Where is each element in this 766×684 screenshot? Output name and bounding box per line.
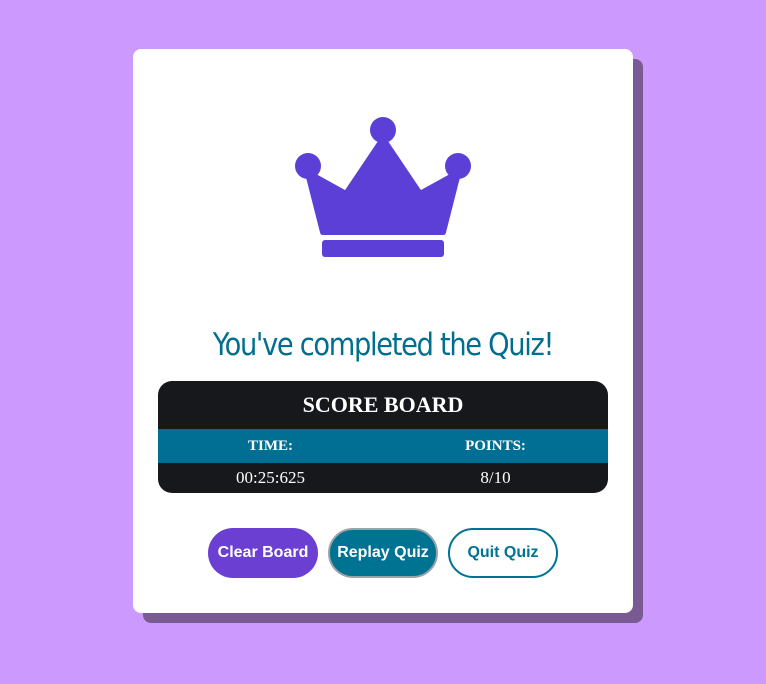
replay-quiz-button[interactable]: Replay Quiz: [328, 528, 438, 578]
quit-quiz-button[interactable]: Quit Quiz: [448, 528, 558, 578]
score-board-header: TIME: POINTS:: [158, 429, 608, 463]
clear-board-button[interactable]: Clear Board: [208, 528, 318, 578]
result-card: You've completed the Quiz! SCORE BOARD T…: [133, 49, 633, 613]
completion-title: You've completed the Quiz!: [212, 327, 555, 363]
time-label: TIME:: [248, 438, 293, 454]
action-buttons: Clear Board Replay Quiz Quit Quiz: [133, 528, 633, 578]
points-value: 8/10: [480, 468, 511, 487]
score-board-values: 00:25:625 8/10: [158, 463, 608, 493]
time-value: 00:25:625: [236, 468, 305, 487]
points-label: POINTS:: [465, 438, 526, 454]
score-board-title: SCORE BOARD: [302, 392, 464, 417]
score-board: SCORE BOARD TIME: POINTS: 00:25:625 8/10: [158, 381, 608, 493]
crown-icon: [295, 117, 471, 257]
